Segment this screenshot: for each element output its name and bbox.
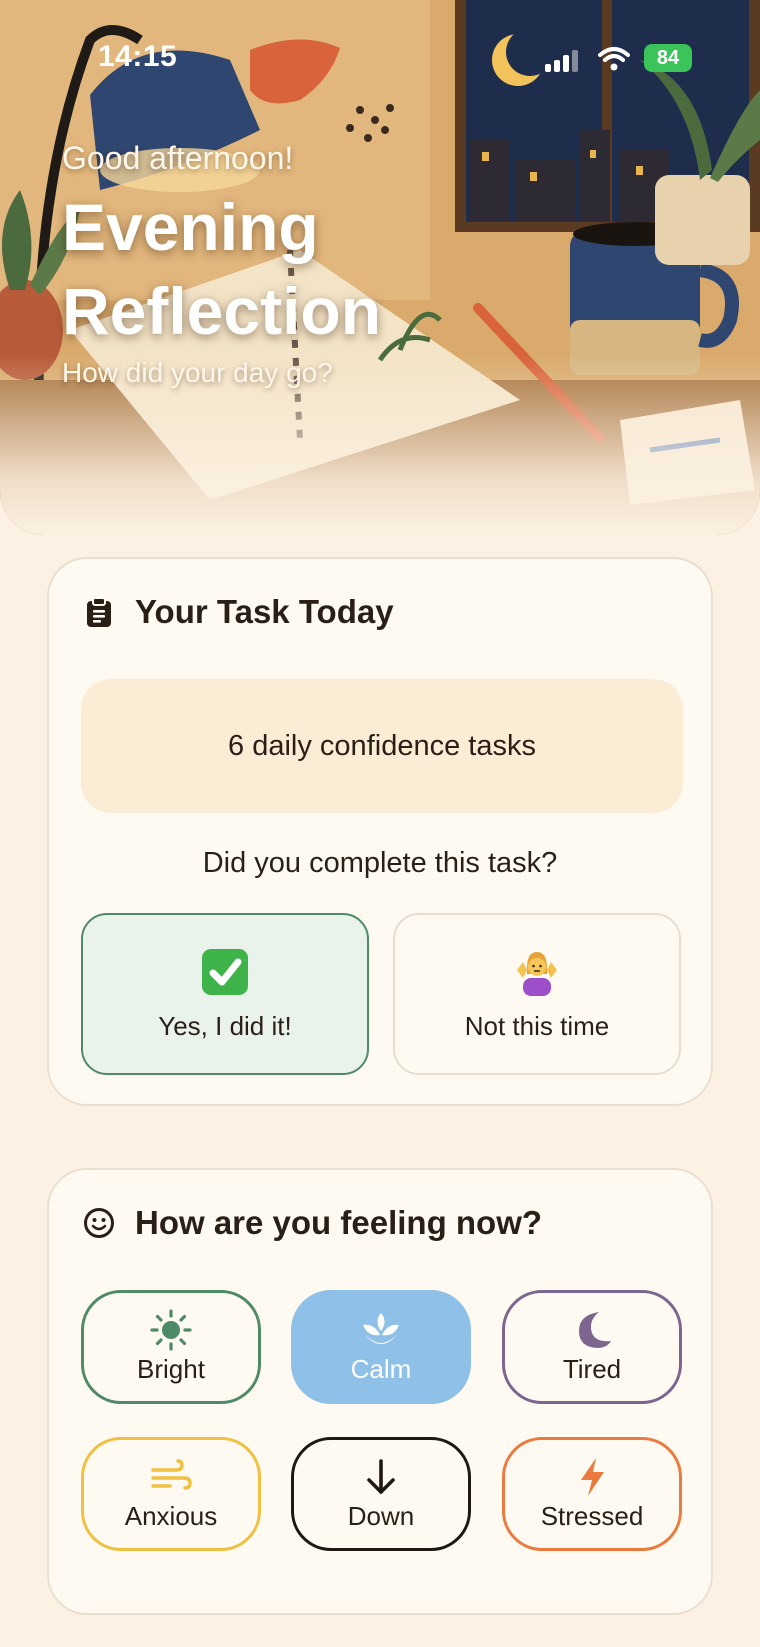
completion-question: Did you complete this task? [202,847,558,879]
not-this-time-button[interactable]: Not this time [393,913,681,1075]
mood-tired-button[interactable]: Tired [502,1290,682,1404]
not-this-time-label: Not this time [464,1010,610,1041]
mood-anxious-button[interactable]: Anxious [81,1437,261,1551]
mood-stressed-button[interactable]: Stressed [502,1437,682,1551]
page-subtitle: How did your day go? [62,357,333,388]
yes-label: Yes, I did it! [158,1010,292,1041]
hero-text: Good afternoon! Evening Reflection How d… [62,140,522,389]
mood-card: How are you feeling now? Bright Calm Tir… [47,1168,713,1615]
mood-bright-label: Bright [137,1353,205,1384]
task-card-title: Your Task Today [135,593,394,630]
battery-level: 84 [656,47,680,69]
mood-stressed-label: Stressed [540,1500,644,1531]
wifi-icon [598,47,630,71]
mood-down-button[interactable]: Down [291,1437,471,1551]
mood-bright-button[interactable]: Bright [81,1290,261,1404]
wind-icon [151,1458,192,1490]
task-card-header: Your Task Today [83,593,394,631]
clipboard-icon [87,597,111,627]
status-bar: 14:15 84 [0,36,760,76]
mood-calm-label: Calm [350,1353,412,1384]
lightning-icon [581,1457,604,1496]
hero-banner: 14:15 84 Good afternoon! Evening Reflect… [0,0,760,535]
evening-reflection-screen: 14:15 84 Good afternoon! Evening Reflect… [0,0,760,1647]
smiley-icon [84,1208,114,1238]
task-text: 6 daily confidence tasks [228,729,536,762]
mood-anxious-label: Anxious [124,1500,218,1531]
sun-icon [150,1308,192,1351]
mood-card-header: How are you feeling now? [83,1204,542,1242]
status-time: 14:15 [98,40,178,73]
mood-down-label: Down [347,1500,415,1531]
check-mark-button-emoji [201,947,249,997]
mood-tired-label: Tired [562,1353,622,1384]
moon-icon [579,1311,611,1348]
yes-did-it-button[interactable]: Yes, I did it! [81,913,369,1075]
page-title: Evening Reflection [62,190,382,348]
task-description: 6 daily confidence tasks [81,679,683,813]
lotus-icon [363,1312,399,1344]
shrug-emoji [513,947,561,997]
task-card: Your Task Today 6 daily confidence tasks… [47,557,713,1106]
cellular-signal-icon [545,50,578,72]
greeting: Good afternoon! [62,140,294,176]
mood-calm-button[interactable]: Calm [291,1290,471,1404]
mood-card-title: How are you feeling now? [135,1204,543,1241]
arrow-down-icon [367,1458,395,1494]
battery-indicator: 84 [644,44,692,72]
